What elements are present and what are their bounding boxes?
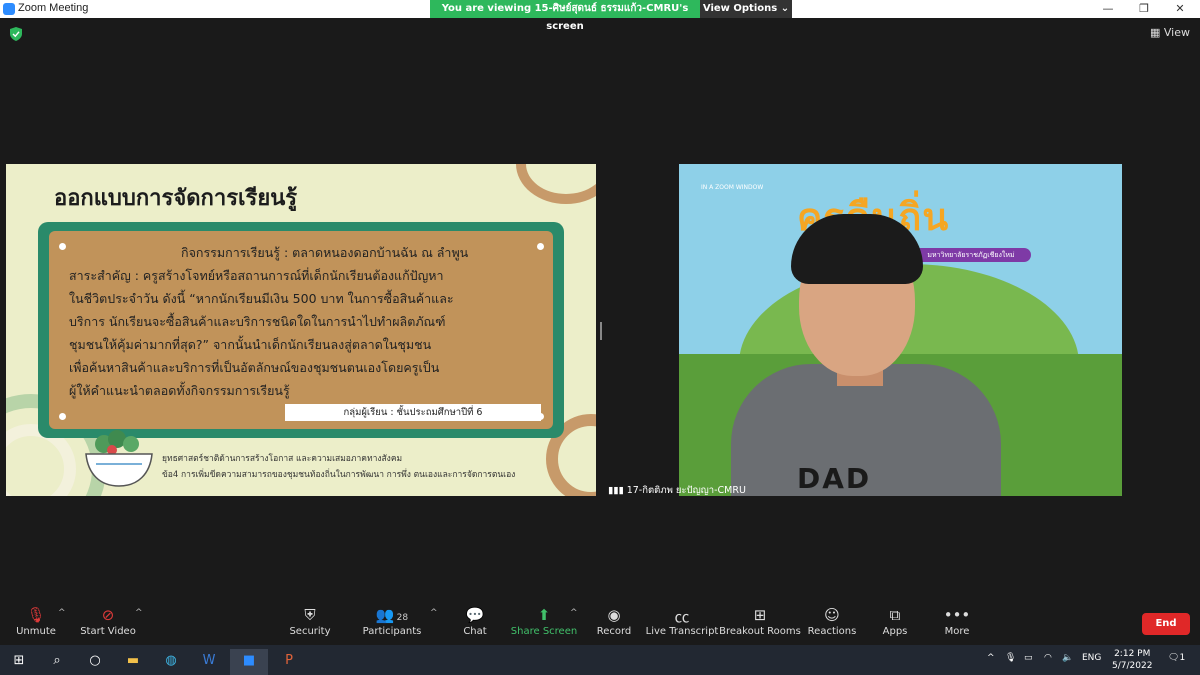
zoom-window-label: IN A ZOOM WINDOW <box>701 184 764 191</box>
live-transcript-label: Live Transcript <box>645 626 719 637</box>
notification-icon[interactable]: 🗨1 <box>1168 653 1185 663</box>
battery-icon[interactable]: ▭ <box>1024 653 1033 663</box>
chat-label: Chat <box>463 626 487 637</box>
view-button-label: View <box>1163 26 1190 39</box>
window-titlebar: Zoom Meeting You are viewing 15-ศิษย์สุด… <box>0 0 1200 32</box>
start-video-label: Start Video <box>80 626 136 637</box>
language-indicator[interactable]: ENG <box>1082 653 1101 663</box>
zoom-taskbar-icon[interactable]: ■ <box>230 649 268 675</box>
participant-name: 17-กิตติภพ ยะปัญญา-CMRU <box>626 485 746 496</box>
activity-heading: กิจกรรมการเรียนรู้ : ตลาดหนองดอกบ้านฉัน … <box>181 245 469 260</box>
volume-icon[interactable]: 🔈 <box>1062 653 1073 663</box>
activity-line: ชุมชนให้คุ้มค่ามากที่สุด?” จากนั้นนำเด็ก… <box>69 337 432 352</box>
decoration-arc <box>516 164 596 204</box>
search-icon[interactable]: ⌕ <box>38 649 76 675</box>
maximize-icon[interactable]: ❐ <box>1126 0 1162 18</box>
apps-label: Apps <box>882 626 908 637</box>
board-dot <box>59 413 66 420</box>
video-options-caret-icon[interactable]: ^ <box>135 608 143 618</box>
activity-line: ในชีวิตประจำวัน ดังนี้ “หากนักเรียนมีเงิ… <box>69 291 454 306</box>
ellipsis-icon: ••• <box>943 606 971 624</box>
end-meeting-button[interactable]: End <box>1142 613 1190 635</box>
viewing-banner-text: You are viewing 15-ศิษย์สุดนธ์ ธรรมแก้ว-… <box>430 0 700 32</box>
participants-button[interactable]: 👥 28 Participants <box>347 606 437 637</box>
participants-label: Participants <box>362 626 422 637</box>
security-label: Security <box>289 626 331 637</box>
signal-bars-icon: ▮▮▮ <box>608 485 624 496</box>
view-layout-button[interactable]: ▦ View <box>1150 26 1190 39</box>
task-view-icon[interactable]: ○ <box>76 649 114 675</box>
strategy-text: ยุทธศาสตร์ชาติด้านการสร้างโอกาส และความเ… <box>162 451 515 483</box>
unmute-label: Unmute <box>16 626 56 637</box>
shared-screen: ออกแบบการจัดการเรียนรู้ กิจกรรมการเรียนร… <box>6 164 596 496</box>
strategy-line: ยุทธศาสตร์ชาติด้านการสร้างโอกาส และความเ… <box>162 454 403 464</box>
encryption-shield-icon[interactable] <box>10 27 22 41</box>
activity-board-panel: กิจกรรมการเรียนรู้ : ตลาดหนองดอกบ้านฉัน … <box>49 231 553 429</box>
participants-icon: 👥 28 <box>375 606 409 624</box>
powerpoint-icon[interactable]: P <box>270 649 308 675</box>
viewing-banner: You are viewing 15-ศิษย์สุดนธ์ ธรรมแก้ว-… <box>430 0 792 32</box>
clock-time: 2:12 PM <box>1114 649 1151 659</box>
notification-count: 1 <box>1179 653 1186 663</box>
share-screen-label: Share Screen <box>510 626 578 637</box>
activity-text: กิจกรรมการเรียนรู้ : ตลาดหนองดอกบ้านฉัน … <box>69 241 539 402</box>
taskbar-clock[interactable]: 2:12 PM 5/7/2022 <box>1112 648 1152 672</box>
record-label: Record <box>596 626 632 637</box>
closed-caption-icon: ㏄ <box>674 608 690 626</box>
participant-name-label: ▮▮▮ 17-กิตติภพ ยะปัญญา-CMRU <box>608 483 746 498</box>
window-title: Zoom Meeting <box>18 2 89 14</box>
clock-date: 5/7/2022 <box>1112 661 1153 671</box>
meeting-toolbar: 🎙 Unmute ^ ⊘ Start Video ^ ⛨ Security 👥 2… <box>0 600 1200 644</box>
more-button[interactable]: ••• More <box>912 606 1002 637</box>
learner-group-label: กลุ่มผู้เรียน : ชั้นประถมศึกษาปีที่ 6 <box>285 404 541 421</box>
zoom-app-icon <box>3 3 15 15</box>
board-dot <box>59 243 66 250</box>
tray-overflow-icon[interactable]: ^ <box>987 653 995 663</box>
wifi-icon[interactable]: ◠ <box>1044 653 1052 663</box>
more-label: More <box>944 626 970 637</box>
live-transcript-button[interactable]: ㏄ Live Transcript <box>637 606 727 637</box>
grid-icon: ▦ <box>1149 26 1161 39</box>
activity-line: สาระสำคัญ : ครูสร้างโจทย์หรือสถานการณ์ที… <box>69 268 444 283</box>
minimize-icon[interactable]: — <box>1090 0 1126 18</box>
participant-hair <box>791 214 923 284</box>
participant-video[interactable]: IN A ZOOM WINDOW ครูคืนถิ่น มหาวิทยาลัยร… <box>679 164 1122 496</box>
microphone-tray-icon[interactable]: 🎙 <box>1005 653 1016 663</box>
file-explorer-icon[interactable]: ▬ <box>114 649 152 675</box>
participants-count: 28 <box>396 613 409 623</box>
activity-line: เพื่อค้นหาสินค้าและบริการที่เป็นอัตลักษณ… <box>69 360 440 375</box>
slide-title: ออกแบบการจัดการเรียนรู้ <box>54 186 298 211</box>
shield-icon: ⛨ <box>304 606 316 624</box>
strategy-line: ข้อ4 การเพิ่มขีดความสามารถของชุมชนท้องถิ… <box>162 470 516 480</box>
view-options-button[interactable]: View Options ⌄ <box>700 0 792 18</box>
security-button[interactable]: ⛨ Security <box>265 606 355 637</box>
word-icon[interactable]: W <box>190 649 228 675</box>
edge-browser-icon[interactable]: ◍ <box>152 649 190 675</box>
shirt-print: DAD <box>797 462 872 495</box>
activity-line: บริการ นักเรียนจะซื้อสินค้าและบริการชนิด… <box>69 314 446 329</box>
split-view-drag-handle[interactable] <box>600 322 602 340</box>
salad-bowl-icon <box>85 430 153 487</box>
activity-line: ผู้ให้คำแนะนำตลอดทั้งกิจกรรมการเรียนรู้ <box>69 383 290 398</box>
close-icon[interactable]: ✕ <box>1162 0 1198 18</box>
background-subtitle: มหาวิทยาลัยราชภัฏเชียงใหม่ <box>911 248 1031 262</box>
windows-taskbar: ⊞ ⌕ ○ ▬ ◍ W ■ P ^ 🎙 ▭ ◠ 🔈 ENG 2:12 PM 5/… <box>0 645 1200 675</box>
activity-board: กิจกรรมการเรียนรู้ : ตลาดหนองดอกบ้านฉัน … <box>38 222 564 438</box>
windows-start-icon[interactable]: ⊞ <box>0 649 38 675</box>
